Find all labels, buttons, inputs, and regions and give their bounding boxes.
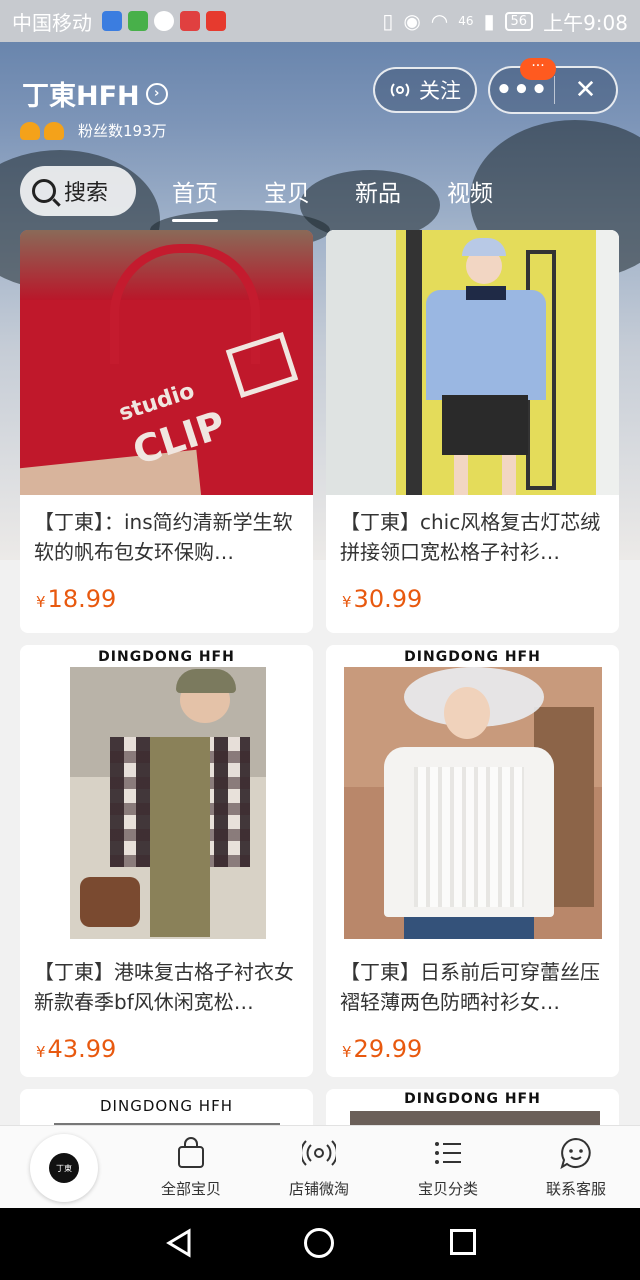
- shield-app-icon: [102, 11, 122, 31]
- network-type-label: 46: [458, 14, 474, 28]
- product-image-shirt: [326, 230, 619, 495]
- product-card[interactable]: studio CLIP 【丁東】：ins简约清新学生软软的帆布包女环保购… ¥1…: [20, 230, 313, 633]
- product-image-lace-shirt: DINGDONG HFH: [326, 645, 619, 945]
- search-button[interactable]: 搜索: [20, 166, 136, 216]
- product-image-bag: studio CLIP: [20, 230, 313, 495]
- customer-service-tab[interactable]: 联系客服: [521, 1136, 631, 1199]
- qq-icon: [154, 11, 174, 31]
- product-title: 【丁東】：ins简约清新学生软软的帆布包女环保购…: [34, 510, 293, 564]
- notification-badge: ···: [520, 58, 556, 80]
- wifi-icon: ◠: [430, 9, 449, 33]
- price-value: 18.99: [47, 585, 117, 613]
- broadcast-icon: [390, 83, 410, 97]
- tab-video[interactable]: 视频: [447, 174, 493, 208]
- map-app-icon: [180, 11, 200, 31]
- currency-symbol: ¥: [36, 1043, 46, 1061]
- search-icon: [32, 179, 56, 203]
- all-items-tab[interactable]: 全部宝贝: [136, 1136, 246, 1199]
- product-title: 【丁東】chic风格复古灯芯绒拼接领口宽松格子衬衫…: [340, 510, 601, 564]
- product-image-plaid-shirt: DINGDONG HFH: [20, 645, 313, 945]
- brand-watermark: DINGDONG HFH: [404, 1091, 541, 1107]
- product-title: 【丁東】港味复古格子衬衣女新款春季bf风休闲宽松…: [34, 960, 294, 1014]
- carrier-label: 中国移动: [12, 10, 92, 35]
- tab-home[interactable]: 首页: [172, 174, 218, 222]
- tab-items[interactable]: 宝贝: [264, 174, 310, 208]
- status-bar: 中国移动 ▯ ◉ ◠ 46 ▮ 56 上午9:08: [0, 0, 640, 42]
- news-app-icon: [206, 11, 226, 31]
- battery-icon: 56: [504, 11, 534, 31]
- close-icon[interactable]: ✕: [555, 75, 616, 105]
- brand-watermark: DINGDONG HFH: [404, 649, 541, 665]
- price-value: 30.99: [353, 585, 423, 613]
- fans-count: 粉丝数193万: [78, 122, 167, 140]
- price-value: 43.99: [47, 1035, 117, 1063]
- crown-icon: [44, 121, 64, 140]
- categories-tab[interactable]: 宝贝分类: [393, 1136, 503, 1199]
- product-card[interactable]: 【丁東】chic风格复古灯芯绒拼接领口宽松格子衬衫… ¥30.99: [326, 230, 619, 633]
- product-price: ¥30.99: [326, 585, 619, 613]
- customer-service-label: 联系客服: [545, 1180, 606, 1198]
- back-icon[interactable]: [165, 1228, 193, 1258]
- product-price: ¥43.99: [20, 1035, 313, 1063]
- follow-label: 关注: [419, 79, 461, 103]
- video-app-icon: [128, 11, 148, 31]
- follow-button[interactable]: 关注: [373, 67, 477, 113]
- product-title: 【丁東】日系前后可穿蕾丝压褶轻薄两色防晒衬衫女…: [340, 960, 600, 1014]
- chevron-right-icon: ›: [145, 82, 168, 105]
- chat-face-icon: [559, 1136, 593, 1170]
- eye-icon: ◉: [403, 9, 421, 33]
- shop-feed-tab[interactable]: 店铺微淘: [264, 1136, 374, 1199]
- signal-icon: ▮: [483, 9, 495, 33]
- shop-name[interactable]: 丁東HFH ›: [22, 74, 168, 113]
- brand-watermark: DINGDONG HFH: [98, 649, 235, 665]
- shopping-bag-icon: [174, 1136, 208, 1170]
- shop-fans: 粉丝数193万: [20, 120, 167, 141]
- crown-icon: [20, 121, 40, 140]
- currency-symbol: ¥: [36, 593, 46, 611]
- tab-new[interactable]: 新品: [355, 174, 401, 208]
- recent-apps-icon[interactable]: [450, 1229, 476, 1255]
- currency-symbol: ¥: [342, 593, 352, 611]
- vibrate-icon: ▯: [382, 9, 394, 33]
- all-items-label: 全部宝贝: [160, 1180, 221, 1198]
- shop-bottom-bar: 丁東 全部宝贝 店铺微淘 宝贝分类 联系客服: [0, 1125, 640, 1208]
- price-value: 29.99: [353, 1035, 423, 1063]
- product-card[interactable]: DINGDONG HFH 【丁東】港味复古格子衬衣女新款春季bf风休闲宽松… ¥…: [20, 645, 313, 1077]
- system-navigation-bar: [0, 1208, 640, 1280]
- currency-symbol: ¥: [342, 1043, 352, 1061]
- home-icon[interactable]: [304, 1228, 334, 1258]
- product-card[interactable]: DINGDONG HFH 【丁東】日系前后可穿蕾丝压褶轻薄两色防晒衬衫女… ¥2…: [326, 645, 619, 1077]
- brand-watermark: DINGDONG HFH: [100, 1097, 233, 1115]
- clock: 上午9:08: [543, 10, 628, 35]
- product-price: ¥29.99: [326, 1035, 619, 1063]
- broadcast-icon: [300, 1136, 338, 1170]
- product-price: ¥18.99: [20, 585, 313, 613]
- categories-label: 宝贝分类: [417, 1180, 478, 1198]
- shop-feed-label: 店铺微淘: [288, 1180, 349, 1198]
- list-icon: [431, 1136, 465, 1170]
- shop-logo-button[interactable]: 丁東: [30, 1134, 98, 1202]
- shop-name-label: 丁東HFH: [22, 81, 140, 112]
- shop-logo: 丁東: [49, 1153, 79, 1183]
- search-label: 搜索: [64, 181, 109, 206]
